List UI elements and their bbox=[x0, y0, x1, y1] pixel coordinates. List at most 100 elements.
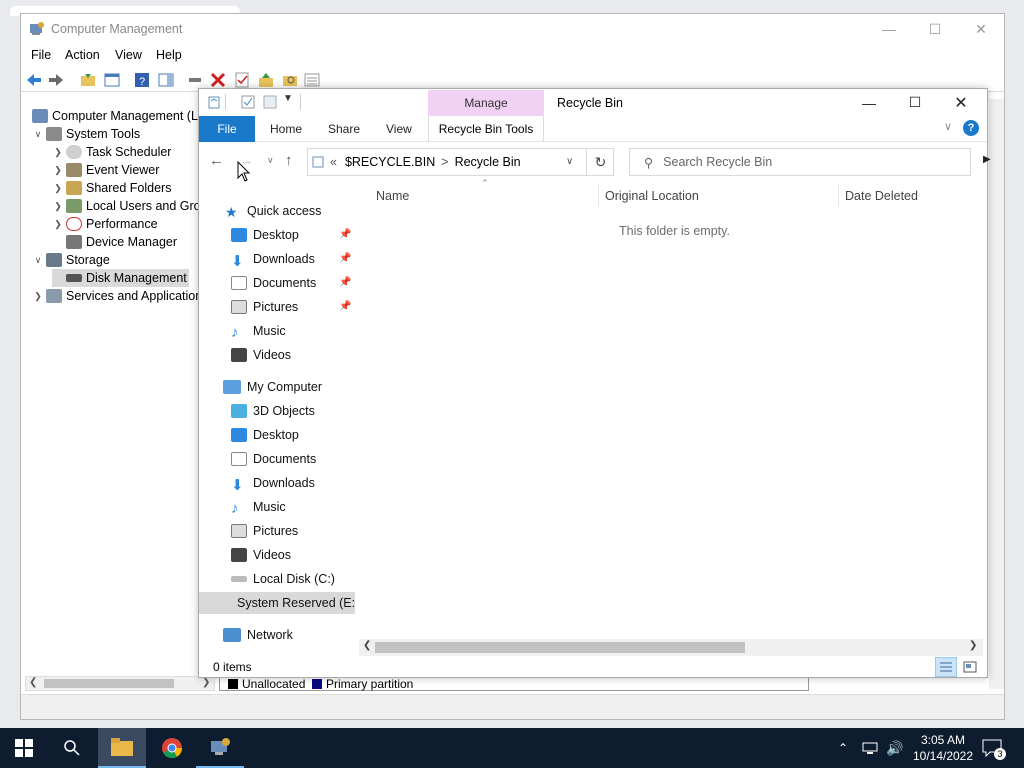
scroll-right-icon[interactable]: ❯ bbox=[969, 640, 977, 651]
list-view-icon[interactable] bbox=[303, 71, 321, 89]
refresh-icon[interactable]: ↻ bbox=[586, 148, 614, 176]
expand-ribbon-icon[interactable]: ∨ bbox=[944, 120, 952, 133]
nav-videos[interactable]: Videos bbox=[231, 544, 291, 566]
address-separator[interactable]: > bbox=[441, 155, 448, 169]
tab-recycle-bin-tools[interactable]: Recycle Bin Tools bbox=[428, 116, 544, 142]
chevron-down-icon[interactable]: ∨ bbox=[32, 255, 44, 266]
nav-qa-desktop[interactable]: Desktop bbox=[231, 224, 299, 246]
connect-icon[interactable] bbox=[187, 71, 205, 89]
ex-minimize-button[interactable]: — bbox=[846, 89, 892, 116]
volume-tray[interactable]: 🔊 bbox=[886, 728, 903, 768]
chevron-up-icon[interactable]: ⌃ bbox=[838, 741, 848, 755]
help-icon[interactable]: ? bbox=[963, 120, 979, 136]
start-button[interactable] bbox=[0, 728, 48, 768]
nav-network[interactable]: Network bbox=[223, 624, 293, 646]
scroll-thumb[interactable] bbox=[44, 679, 174, 688]
customize-qat-icon[interactable]: ▼ bbox=[283, 93, 293, 104]
details-view-icon[interactable] bbox=[935, 657, 957, 677]
large-icons-view-icon[interactable] bbox=[959, 657, 981, 677]
pin-icon[interactable]: 📌 bbox=[339, 253, 351, 264]
chevron-down-icon[interactable]: ∨ bbox=[32, 129, 44, 140]
action-pane-icon[interactable] bbox=[157, 71, 175, 89]
back-arrow-icon[interactable]: ← bbox=[209, 152, 224, 169]
chevron-right-icon[interactable]: ❯ bbox=[52, 147, 64, 158]
scroll-thumb[interactable] bbox=[375, 642, 745, 653]
pin-icon[interactable]: 📌 bbox=[339, 277, 351, 288]
chevron-right-icon[interactable]: ❯ bbox=[52, 201, 64, 212]
ex-close-button[interactable]: ✕ bbox=[938, 89, 984, 116]
cm-maximize-button[interactable]: ☐ bbox=[912, 14, 958, 44]
new-folder-icon[interactable] bbox=[263, 95, 277, 109]
tab-home[interactable]: Home bbox=[270, 122, 302, 136]
cm-close-button[interactable]: ✕ bbox=[958, 14, 1004, 44]
help-icon[interactable]: ? bbox=[133, 71, 151, 89]
address-segment-recycle-bin-folder[interactable]: $RECYCLE.BIN bbox=[345, 155, 435, 169]
nav-qa-pictures[interactable]: Pictures bbox=[231, 296, 298, 318]
cm-tree-hscroll[interactable]: ❮ ❯ bbox=[25, 676, 215, 691]
manage-tab[interactable]: Manage bbox=[428, 90, 544, 116]
tree-item-storage[interactable]: ∨ Storage bbox=[32, 251, 110, 269]
scroll-right-icon[interactable]: ❯ bbox=[202, 677, 210, 688]
search-folder-icon[interactable] bbox=[281, 71, 299, 89]
column-original-location[interactable]: Original Location bbox=[605, 189, 699, 203]
search-button[interactable] bbox=[48, 728, 96, 768]
address-dropdown-icon[interactable]: ∨ bbox=[566, 156, 573, 167]
forward-arrow-icon[interactable] bbox=[47, 71, 65, 89]
scroll-right-icon[interactable]: ▶ bbox=[983, 154, 991, 165]
tab-share[interactable]: Share bbox=[328, 122, 360, 136]
delete-icon[interactable] bbox=[209, 71, 227, 89]
address-segment-recycle-bin[interactable]: Recycle Bin bbox=[455, 155, 521, 169]
scroll-left-icon[interactable]: ❮ bbox=[363, 640, 371, 651]
pin-icon[interactable]: 📌 bbox=[339, 301, 351, 312]
menu-help[interactable]: Help bbox=[156, 48, 182, 62]
tab-view[interactable]: View bbox=[386, 122, 412, 136]
scroll-left-icon[interactable]: ❮ bbox=[29, 677, 37, 688]
recent-locations-icon[interactable]: ∨ bbox=[267, 155, 274, 166]
file-list-hscroll[interactable]: ❮ ❯ bbox=[359, 639, 983, 656]
search-box[interactable]: ⚲ Search Recycle Bin bbox=[629, 148, 971, 176]
taskbar-file-explorer[interactable] bbox=[98, 728, 146, 768]
tab-file[interactable]: File bbox=[199, 116, 255, 142]
network-tray[interactable] bbox=[862, 728, 878, 768]
nav-qa-downloads[interactable]: ⬇ Downloads bbox=[231, 248, 315, 270]
tree-item-event-viewer[interactable]: ❯ Event Viewer bbox=[52, 161, 159, 179]
nav-qa-videos[interactable]: Videos bbox=[231, 344, 291, 366]
properties-icon[interactable] bbox=[233, 71, 251, 89]
export-icon[interactable] bbox=[257, 71, 275, 89]
clock[interactable]: 3:05 AM 10/14/2022 bbox=[910, 728, 976, 768]
nav-desktop[interactable]: Desktop bbox=[231, 424, 299, 446]
nav-quick-access[interactable]: ★ Quick access bbox=[225, 200, 321, 222]
back-arrow-icon[interactable] bbox=[25, 71, 43, 89]
notification-center[interactable]: 3 bbox=[982, 728, 1006, 768]
taskbar-computer-management[interactable] bbox=[196, 728, 244, 768]
tree-item-local-users[interactable]: ❯ Local Users and Grou bbox=[52, 197, 202, 215]
chevron-right-icon[interactable]: ❯ bbox=[52, 219, 64, 230]
tree-item-shared-folders[interactable]: ❯ Shared Folders bbox=[52, 179, 171, 197]
ex-maximize-button[interactable]: ☐ bbox=[892, 89, 938, 116]
nav-documents[interactable]: Documents bbox=[231, 448, 316, 470]
chevron-right-icon[interactable]: ❯ bbox=[32, 291, 44, 302]
nav-system-reserved[interactable]: System Reserved (E: bbox=[199, 592, 355, 614]
taskbar-chrome[interactable] bbox=[148, 728, 196, 768]
nav-qa-music[interactable]: ♪ Music bbox=[231, 320, 286, 342]
tree-item-services-applications[interactable]: ❯ Services and Application bbox=[32, 287, 202, 305]
cm-vscroll[interactable] bbox=[989, 99, 1004, 689]
nav-3d-objects[interactable]: 3D Objects bbox=[231, 400, 315, 422]
tree-item-computer-management[interactable]: Computer Management (Lo bbox=[30, 107, 202, 125]
nav-downloads[interactable]: ⬇ Downloads bbox=[231, 472, 315, 494]
tree-item-performance[interactable]: ❯ Performance bbox=[52, 215, 158, 233]
cm-minimize-button[interactable]: — bbox=[866, 14, 912, 44]
up-arrow-icon[interactable]: ↑ bbox=[285, 152, 293, 169]
menu-action[interactable]: Action bbox=[65, 48, 100, 62]
tree-item-disk-management[interactable]: Disk Management bbox=[52, 269, 189, 287]
nav-music[interactable]: ♪ Music bbox=[231, 496, 286, 518]
column-name[interactable]: Name bbox=[376, 189, 409, 203]
address-overflow[interactable]: « bbox=[330, 155, 337, 169]
up-folder-icon[interactable] bbox=[79, 71, 97, 89]
nav-my-computer[interactable]: My Computer bbox=[223, 376, 322, 398]
column-date-deleted[interactable]: Date Deleted bbox=[845, 189, 918, 203]
nav-qa-documents[interactable]: Documents bbox=[231, 272, 316, 294]
pin-icon[interactable]: 📌 bbox=[339, 229, 351, 240]
address-bar[interactable]: « $RECYCLE.BIN > Recycle Bin ∨ bbox=[307, 148, 614, 176]
tree-item-device-manager[interactable]: Device Manager bbox=[52, 233, 177, 251]
